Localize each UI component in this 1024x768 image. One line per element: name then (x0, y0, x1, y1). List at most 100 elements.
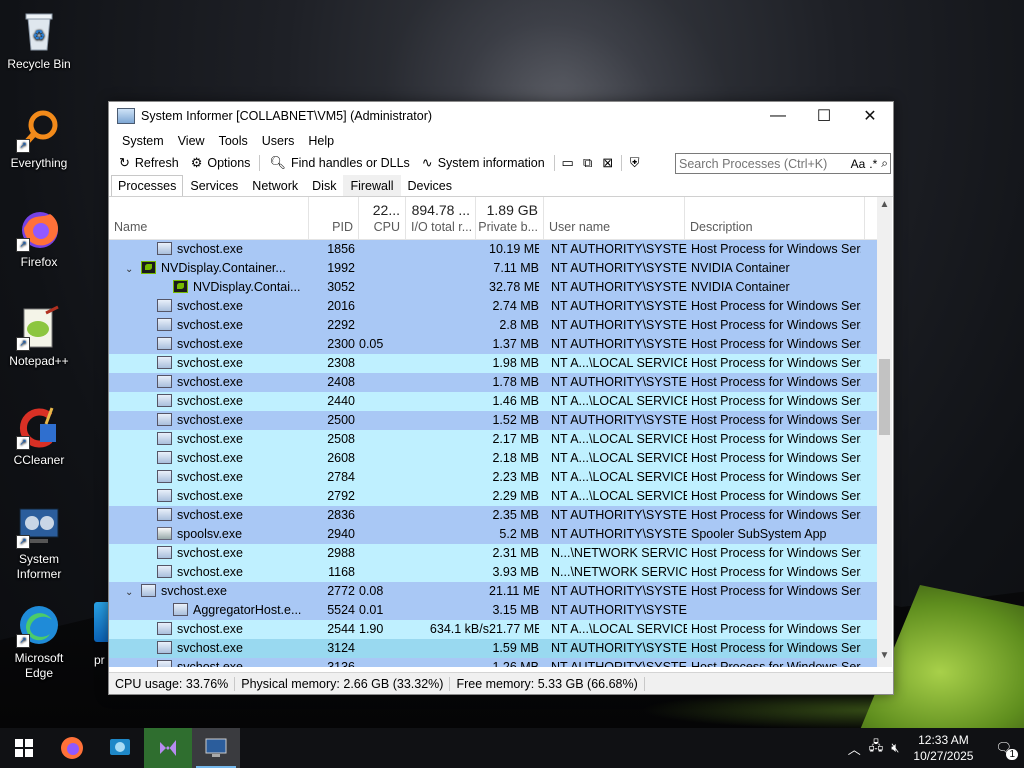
table-row[interactable]: svchost.exe 1856 10.19 MB NT AUTHORITY\SYST… (109, 240, 877, 259)
table-row[interactable]: svchost.exe 2508 2.17 MB NT A...\LOCAL SERV… (109, 430, 877, 449)
desktop-icon-notepadpp[interactable]: ↗ Notepad++ (4, 305, 74, 369)
table-row[interactable]: ⌄ svchost.exe 2772 0.08 21.11 MB NT AUTHORITY… (109, 582, 877, 601)
desktop-icon-firefox[interactable]: ↗ Firefox (4, 206, 74, 270)
vertical-scrollbar[interactable]: ▲ ▼ (877, 197, 892, 667)
table-row[interactable]: svchost.exe 2608 2.18 MB NT A...\LOCAL SERV… (109, 449, 877, 468)
notification-center-icon[interactable]: 🗨︎ 1 (983, 740, 1024, 760)
maximize-button[interactable]: ☐ (801, 102, 847, 130)
system-information-button[interactable]: ∿ System information (416, 155, 551, 171)
taskbar-system-informer[interactable] (192, 728, 240, 768)
process-user-cell: NT AUTHORITY\SYSTEM (551, 641, 687, 655)
close-button[interactable]: ✕ (847, 102, 893, 130)
expand-chevron-icon[interactable]: ⌄ (125, 587, 137, 598)
menu-tools[interactable]: Tools (212, 134, 255, 148)
find-handles-button[interactable]: 🔍︎ Find handles or DLLs (263, 155, 415, 171)
menu-help[interactable]: Help (301, 134, 341, 148)
desktop-icon-edge[interactable]: ↗ Microsoft Edge (4, 602, 74, 681)
process-name-cell: svchost.exe (109, 451, 309, 465)
table-row[interactable]: svchost.exe 3136 1.26 MB NT AUTHORITY\SYSTE… (109, 658, 877, 667)
clock[interactable]: 12:33 AM 10/27/2025 (903, 732, 983, 764)
title-bar[interactable]: System Informer [COLLABNET\VM5] (Adminis… (109, 102, 893, 130)
process-tree[interactable]: Name PID 22... CPU 894.78 ... I/O total r.… (109, 197, 877, 667)
table-row[interactable]: spoolsv.exe 2940 5.2 MB NT AUTHORITY\SYSTEM… (109, 525, 877, 544)
table-row[interactable]: svchost.exe 3124 1.59 MB NT AUTHORITY\SYSTE… (109, 639, 877, 658)
table-row[interactable]: svchost.exe 2988 2.31 MB N...\NETWORK SERVI… (109, 544, 877, 563)
toolbar-separator (259, 155, 261, 171)
column-io-total[interactable]: 894.78 ... I/O total r... (406, 197, 476, 239)
tab-disk[interactable]: Disk (305, 175, 343, 196)
free-memory-status: Free memory: 5.33 GB (66.68%) (450, 676, 645, 691)
column-private-bytes[interactable]: 1.89 GB Private b... (476, 197, 544, 239)
tab-devices[interactable]: Devices (401, 175, 459, 196)
refresh-button[interactable]: ↻ Refresh (113, 155, 185, 171)
column-description[interactable]: Description (685, 197, 865, 239)
column-name[interactable]: Name (109, 197, 309, 239)
table-row[interactable]: NVDisplay.Contai... 3052 32.78 MB NT AUTHOR… (109, 278, 877, 297)
scroll-up-icon[interactable]: ▲ (877, 199, 892, 214)
table-row[interactable]: svchost.exe 2016 2.74 MB NT AUTHORITY\SYSTE… (109, 297, 877, 316)
table-row[interactable]: svchost.exe 2784 2.23 MB NT A...\LOCAL SERV… (109, 468, 877, 487)
column-pid[interactable]: PID (309, 197, 359, 239)
desktop-icon-everything[interactable]: ↗ Everything (4, 107, 74, 171)
speaker-muted-icon[interactable]: 🔇︎ (887, 740, 903, 756)
tab-processes[interactable]: Processes (111, 175, 184, 196)
expand-chevron-icon[interactable]: ⌄ (125, 264, 137, 275)
table-row[interactable]: svchost.exe 2500 1.52 MB NT AUTHORITY\SYSTE… (109, 411, 877, 430)
partially-hidden-desktop-icon[interactable] (94, 602, 108, 642)
desktop-icon-label: Recycle Bin (7, 57, 71, 71)
tab-firewall[interactable]: Firewall (343, 175, 401, 196)
column-cpu[interactable]: 22... CPU (359, 197, 406, 239)
process-desc-cell: Host Process for Windows Ser... (691, 641, 861, 655)
search-icon[interactable]: ⌕ (879, 156, 890, 171)
desktop-icon-recycle-bin[interactable]: ♻ Recycle Bin (4, 8, 74, 72)
table-row[interactable]: AggregatorHost.e... 5524 0.01 3.15 MB NT AUT… (109, 601, 877, 620)
process-icon (157, 356, 172, 369)
table-row[interactable]: ⌄ NVDisplay.Container... 1992 7.11 MB NT AUT… (109, 259, 877, 278)
kill-window-icon[interactable]: ⊠ (598, 153, 618, 173)
regex-toggle[interactable]: .* (867, 157, 879, 171)
menu-users[interactable]: Users (255, 134, 302, 148)
tab-services[interactable]: Services (183, 175, 245, 196)
table-row[interactable]: svchost.exe 2292 2.8 MB NT AUTHORITY\SYSTEM… (109, 316, 877, 335)
find-window-icon[interactable]: ⧉ (578, 153, 598, 173)
shield-icon[interactable]: ⛨ (625, 153, 645, 173)
tab-network[interactable]: Network (245, 175, 305, 196)
find-handles-label: Find handles or DLLs (290, 156, 410, 170)
column-user-name[interactable]: User name (544, 197, 685, 239)
process-priv-cell: 2.17 MB (492, 432, 539, 446)
process-icon (157, 565, 172, 578)
search-box[interactable]: Aa .* ⌕ (675, 153, 891, 174)
menu-view[interactable]: View (171, 134, 212, 148)
process-desc-cell: Spooler SubSystem App (691, 527, 827, 541)
process-user-cell: NT AUTHORITY\SYSTEM (551, 413, 687, 427)
search-input[interactable] (676, 155, 849, 172)
table-row[interactable]: svchost.exe 2300 0.05 1.37 MB NT AUTHORITY\S… (109, 335, 877, 354)
table-row[interactable]: svchost.exe 1168 3.93 MB N...\NETWORK SERVI… (109, 563, 877, 582)
window-icon[interactable]: ▭ (558, 153, 578, 173)
taskbar-app[interactable] (96, 728, 144, 768)
process-name-cell: svchost.exe (109, 660, 309, 667)
match-case-toggle[interactable]: Aa (849, 157, 868, 171)
process-pid-cell: 2500 (327, 413, 355, 427)
network-icon[interactable]: 🖧︎ (865, 737, 888, 759)
process-io-cell: 634.1 kB/s (429, 622, 489, 636)
process-priv-cell: 10.19 MB (489, 242, 539, 256)
options-button[interactable]: ⚙ Options (185, 155, 257, 171)
scrollbar-thumb[interactable] (879, 359, 890, 435)
scroll-down-icon[interactable]: ▼ (877, 650, 892, 665)
table-row[interactable]: svchost.exe 2408 1.78 MB NT AUTHORITY\SYSTE… (109, 373, 877, 392)
taskbar-visual-studio[interactable] (144, 728, 192, 768)
table-row[interactable]: svchost.exe 2836 2.35 MB NT AUTHORITY\SYSTE… (109, 506, 877, 525)
taskbar-firefox[interactable] (48, 728, 96, 768)
menu-system[interactable]: System (115, 134, 171, 148)
desktop-icon-ccleaner[interactable]: ↗ CCleaner (4, 404, 74, 468)
desktop-icon-system-informer[interactable]: ↗ System Informer (4, 503, 74, 582)
table-row[interactable]: svchost.exe 2308 1.98 MB NT A...\LOCAL SERV… (109, 354, 877, 373)
table-row[interactable]: svchost.exe 2544 1.90 634.1 kB/s 21.77 MB NT … (109, 620, 877, 639)
start-button[interactable] (0, 728, 48, 768)
table-row[interactable]: svchost.exe 2440 1.46 MB NT A...\LOCAL SERV… (109, 392, 877, 411)
process-name: spoolsv.exe (177, 527, 243, 541)
minimize-button[interactable]: — (755, 102, 801, 130)
chevron-up-icon[interactable]: ︿ (844, 739, 865, 758)
table-row[interactable]: svchost.exe 2792 2.29 MB NT A...\LOCAL SERV… (109, 487, 877, 506)
